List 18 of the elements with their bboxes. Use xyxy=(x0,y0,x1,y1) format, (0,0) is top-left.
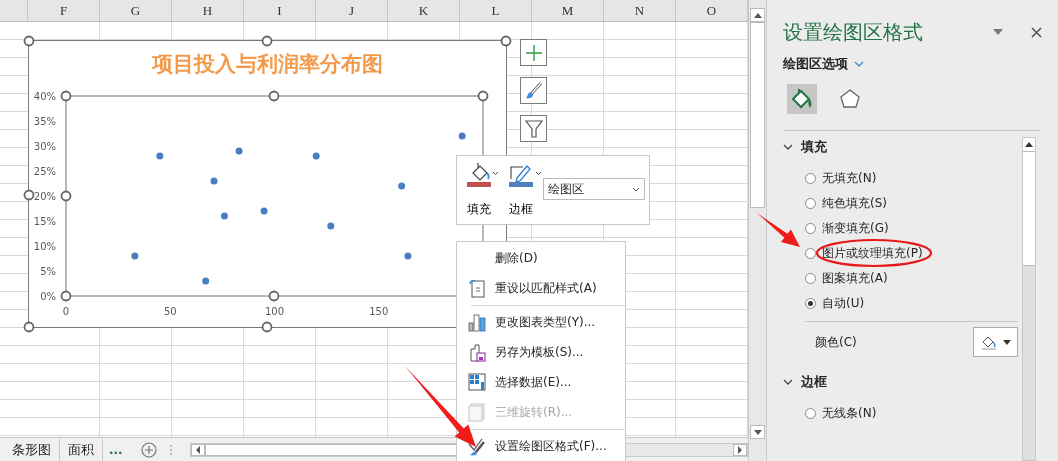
y-axis-label: 5% xyxy=(40,266,56,277)
y-axis-label: 30% xyxy=(33,141,56,152)
y-axis-label: 0% xyxy=(40,291,56,302)
dropdown-value: 绘图区 xyxy=(548,180,584,198)
x-axis-label: 50 xyxy=(163,306,177,317)
pane-title: 设置绘图区格式 xyxy=(783,19,923,46)
x-axis-label: 150 xyxy=(369,306,389,317)
section-title: 填充 xyxy=(801,138,827,156)
color-label: 颜色(C) xyxy=(815,333,857,351)
x-axis-label: 100 xyxy=(264,306,285,317)
y-axis-label: 10% xyxy=(33,241,56,252)
section-title: 边框 xyxy=(801,373,827,391)
y-axis-label: 15% xyxy=(33,216,56,227)
y-axis-label: 35% xyxy=(33,116,56,127)
y-axis-label: 40% xyxy=(33,91,56,102)
x-axis-label: 0 xyxy=(62,306,70,317)
y-axis-label: 20% xyxy=(33,191,56,202)
y-axis-label: 25% xyxy=(33,166,56,177)
